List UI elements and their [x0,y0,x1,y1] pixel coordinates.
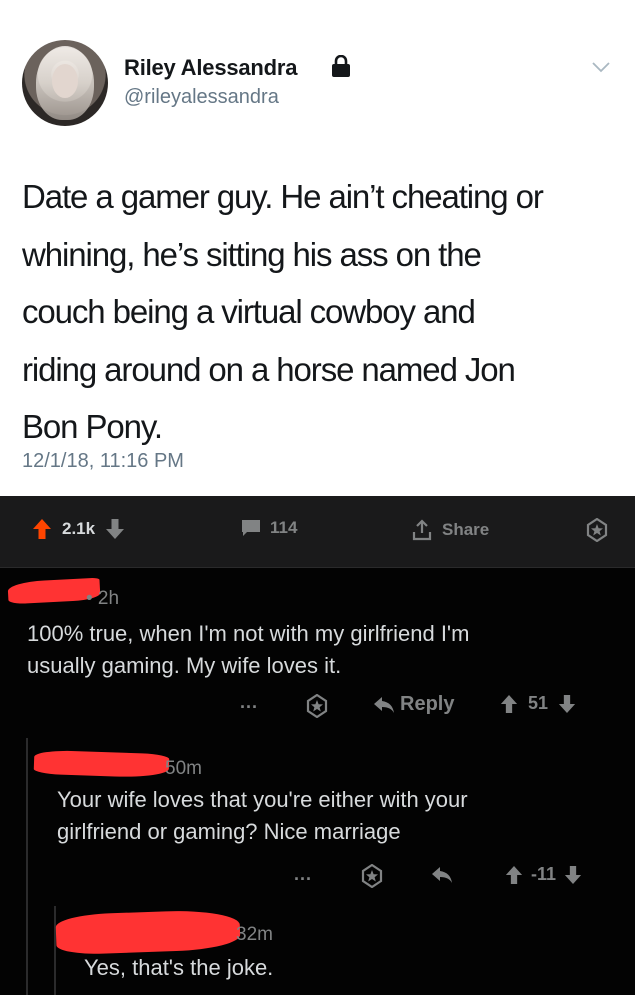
award-button[interactable] [305,694,329,718]
comment-actions: ... [294,864,312,885]
reply-button[interactable]: Reply [372,693,454,716]
tweet-timestamp[interactable]: 12/1/18, 11:16 PM [22,450,184,473]
upvote-icon[interactable] [500,694,518,714]
award-button[interactable] [585,518,609,542]
tweet-line: Date a gamer guy. He ain’t cheating or [22,178,544,215]
comment-score: 51 [528,693,549,713]
tweet-line: couch being a virtual cowboy and [22,293,476,330]
upvote-icon[interactable] [32,518,52,540]
reply-icon [432,867,452,883]
comment-line: usually gaming. My wife loves it. [27,653,342,678]
vote-group: -11 [505,864,582,885]
tweet-text: Date a gamer guy. He ain’t cheating or w… [22,168,622,456]
award-button[interactable] [360,864,384,888]
avatar-face [52,64,78,98]
vote-group: 51 [500,693,576,714]
avatar[interactable] [22,40,108,126]
award-icon [585,518,609,542]
vote-group: 2.1k [32,518,125,540]
upvote-icon[interactable] [505,865,523,885]
award-icon [306,694,328,718]
comment-line: 100% true, when I'm not with my girlfrie… [27,621,470,646]
award-icon [361,864,383,888]
redacted-username [33,749,170,779]
comment-age: 50m [165,758,202,779]
tweet-line: whining, he’s sitting his ass on the [22,235,482,273]
more-options[interactable]: ... [294,864,312,885]
comments-button[interactable]: 114 [240,518,297,538]
comment-icon [240,518,262,538]
tweet-line: riding around on a horse named Jon [22,350,516,388]
tweet-line: Bon Pony. [22,408,163,445]
reply-icon [374,696,394,713]
lock-icon [331,54,351,77]
comment-age: 32m [236,924,273,945]
post-score: 2.1k [62,519,96,538]
redacted-username [55,908,241,956]
tweet-card: Riley Alessandra @rileyalessandra Date a… [0,0,635,496]
author-handle[interactable]: @rileyalessandra [124,86,279,109]
post-action-bar: 2.1k 114 Share [0,496,635,568]
comment-line: girlfriend or gaming? Nice marriage [57,819,401,844]
downvote-icon[interactable] [105,518,125,540]
comment-line: Yes, that's the joke. [84,955,274,980]
more-options[interactable]: ... [240,692,258,713]
comment-count: 114 [270,518,298,537]
reply-button[interactable] [430,865,454,885]
share-icon [410,518,434,542]
thread-line[interactable] [26,738,28,995]
downvote-icon[interactable] [558,694,576,714]
thread-line[interactable] [54,906,56,995]
comment-text: Yes, that's the joke. [84,952,273,984]
comment-score: -11 [531,864,557,884]
comment-line: Your wife loves that you're either with … [57,787,468,812]
share-button[interactable]: Share [410,518,489,542]
comments-section: • 2h 100% true, when I'm not with my gir… [0,568,635,995]
author-name[interactable]: Riley Alessandra [124,55,297,81]
comment-actions: ... [240,692,258,713]
share-label: Share [442,520,490,539]
chevron-down-icon[interactable] [591,60,611,74]
reply-label: Reply [400,693,455,715]
downvote-icon[interactable] [564,865,582,885]
comment-text: Your wife loves that you're either with … [57,784,468,848]
comment-text: 100% true, when I'm not with my girlfrie… [27,618,469,682]
comment-age: • 2h [86,588,120,609]
